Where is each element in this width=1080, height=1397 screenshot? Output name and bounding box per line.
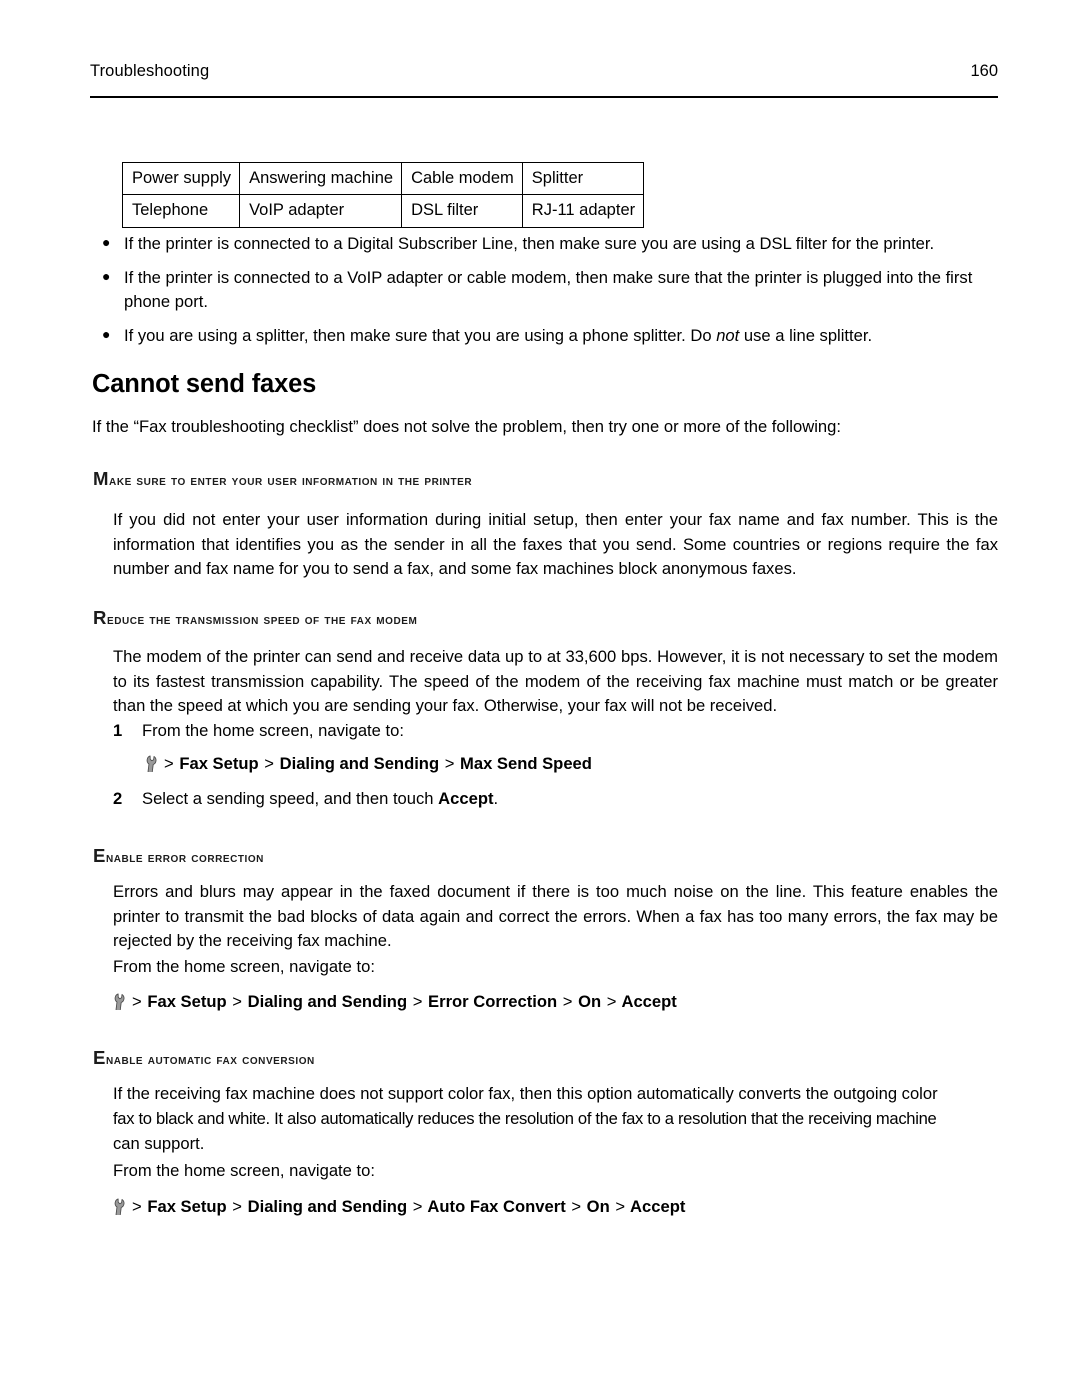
- subheading-user-information: Make sure to enter your user information…: [93, 468, 473, 489]
- step-number: 1: [113, 721, 123, 740]
- path-separator: >: [232, 1197, 242, 1216]
- list-item-text-tail: use a line splitter.: [739, 325, 873, 345]
- paragraph-auto-conversion-line2: fax to black and white. It also automati…: [113, 1109, 937, 1128]
- subheading-reduce-speed: Reduce the transmission speed of the fax…: [93, 607, 418, 628]
- wrench-icon: [142, 755, 161, 774]
- subheading-error-correction: Enable error correction: [93, 845, 264, 866]
- table-row: Power supply Answering machine Cable mod…: [121, 161, 645, 196]
- path-separator: >: [412, 992, 423, 1011]
- step-item: 1 From the home screen, navigate to:: [113, 719, 713, 744]
- path-item-dialing-and-sending[interactable]: Dialing and Sending: [248, 992, 408, 1011]
- list-item: ● If the printer is connected to a Digit…: [98, 232, 998, 257]
- list-item: ● If you are using a splitter, then make…: [98, 324, 998, 349]
- path-separator: >: [444, 754, 455, 773]
- equipment-table: Power supply Answering machine Cable mod…: [121, 161, 645, 228]
- path-separator: >: [412, 1197, 423, 1216]
- table-cell: RJ-11 adapter: [521, 194, 645, 228]
- path-item-on[interactable]: On: [587, 1197, 610, 1216]
- navigate-label-error-correction: From the home screen, navigate to:: [113, 957, 375, 976]
- step-text: Select a sending speed, and then touch A…: [113, 787, 713, 812]
- bullet-marker: ●: [102, 234, 111, 250]
- path-separator: >: [132, 992, 142, 1011]
- path-item-dialing-and-sending[interactable]: Dialing and Sending: [248, 1197, 408, 1216]
- navigate-label-auto-conversion: From the home screen, navigate to:: [113, 1161, 375, 1180]
- step-text-lead: Select a sending speed, and then touch: [142, 789, 439, 808]
- path-item-fax-setup[interactable]: Fax Setup: [147, 1197, 226, 1216]
- wrench-icon: [110, 993, 129, 1012]
- bullet-marker: ●: [102, 325, 111, 342]
- table-cell: Power supply: [121, 161, 241, 196]
- path-separator: >: [264, 754, 274, 773]
- path-separator: >: [606, 992, 617, 1011]
- document-page: Troubleshooting 160 Power supply Answeri…: [0, 0, 1080, 1397]
- path-item-on[interactable]: On: [578, 992, 601, 1011]
- paragraph-reduce-speed: The modem of the printer can send and re…: [113, 647, 998, 716]
- step-text: From the home screen, navigate to:: [142, 721, 404, 740]
- table-cell: VoIP adapter: [239, 194, 403, 228]
- path-item-accept[interactable]: Accept: [621, 992, 676, 1011]
- step-text-end: .: [493, 789, 499, 808]
- path-item-fax-setup[interactable]: Fax Setup: [147, 992, 226, 1011]
- equipment-table-wrapper: Power supply Answering machine Cable mod…: [121, 161, 645, 228]
- path-separator: >: [615, 1197, 626, 1216]
- path-item-auto-fax-convert[interactable]: Auto Fax Convert: [427, 1197, 565, 1216]
- path-item-error-correction[interactable]: Error Correction: [428, 992, 557, 1011]
- header-divider: [90, 96, 998, 98]
- section-intro-text: If the “Fax troubleshooting checklist” d…: [92, 417, 841, 436]
- tips-bullet-list: ● If the printer is connected to a Digit…: [98, 232, 998, 348]
- header-section-title: Troubleshooting: [90, 62, 210, 80]
- path-separator: >: [571, 1197, 582, 1216]
- list-item-text: If the printer is connected to a Digital…: [124, 234, 935, 253]
- subheading-auto-fax-conversion: Enable automatic fax conversion: [93, 1047, 315, 1068]
- path-item-dialing-and-sending[interactable]: Dialing and Sending: [280, 754, 440, 773]
- table-cell: Cable modem: [401, 161, 523, 196]
- paragraph-auto-conversion-line1: If the receiving fax machine does not su…: [113, 1084, 938, 1103]
- table-row: Telephone VoIP adapter DSL filter RJ-11 …: [121, 194, 645, 228]
- table-cell: DSL filter: [401, 194, 523, 228]
- path-separator: >: [164, 754, 174, 773]
- list-item: ● If the printer is connected to a VoIP …: [98, 266, 998, 315]
- paragraph-user-information: If you did not enter your user informati…: [113, 510, 998, 579]
- path-item-accept[interactable]: Accept: [630, 1197, 685, 1216]
- bullet-marker: ●: [102, 267, 111, 284]
- path-separator: >: [232, 992, 242, 1011]
- table-cell: Splitter: [521, 161, 645, 196]
- navigation-path-error-correction: > Fax Setup > Dialing and Sending > Erro…: [110, 990, 677, 1014]
- path-item-fax-setup[interactable]: Fax Setup: [179, 754, 258, 773]
- page-header: Troubleshooting 160: [90, 62, 998, 96]
- list-item-text: If you are using a splitter, then make s…: [124, 325, 717, 345]
- paragraph-auto-conversion-line3: can support.: [113, 1134, 205, 1153]
- table-cell: Telephone: [121, 194, 241, 228]
- navigation-path-auto-fax-convert: > Fax Setup > Dialing and Sending > Auto…: [110, 1195, 685, 1219]
- wrench-icon: [110, 1198, 129, 1217]
- path-separator: >: [132, 1197, 142, 1216]
- list-item-text: If the printer is connected to a VoIP ad…: [124, 267, 973, 312]
- page-title: Cannot send faxes: [92, 370, 317, 398]
- table-cell: Answering machine: [239, 161, 403, 196]
- step-text-bold: Accept: [438, 789, 494, 808]
- step-number: 2: [113, 789, 123, 808]
- navigation-path-max-send-speed: > Fax Setup > Dialing and Sending > Max …: [142, 752, 592, 776]
- step-item: 2 Select a sending speed, and then touch…: [113, 787, 713, 812]
- header-page-number: 160: [970, 62, 998, 80]
- list-item-emphasis: not: [716, 325, 740, 345]
- path-item-max-send-speed[interactable]: Max Send Speed: [460, 754, 592, 773]
- path-separator: >: [562, 992, 573, 1011]
- paragraph-error-correction: Errors and blurs may appear in the faxed…: [113, 882, 998, 951]
